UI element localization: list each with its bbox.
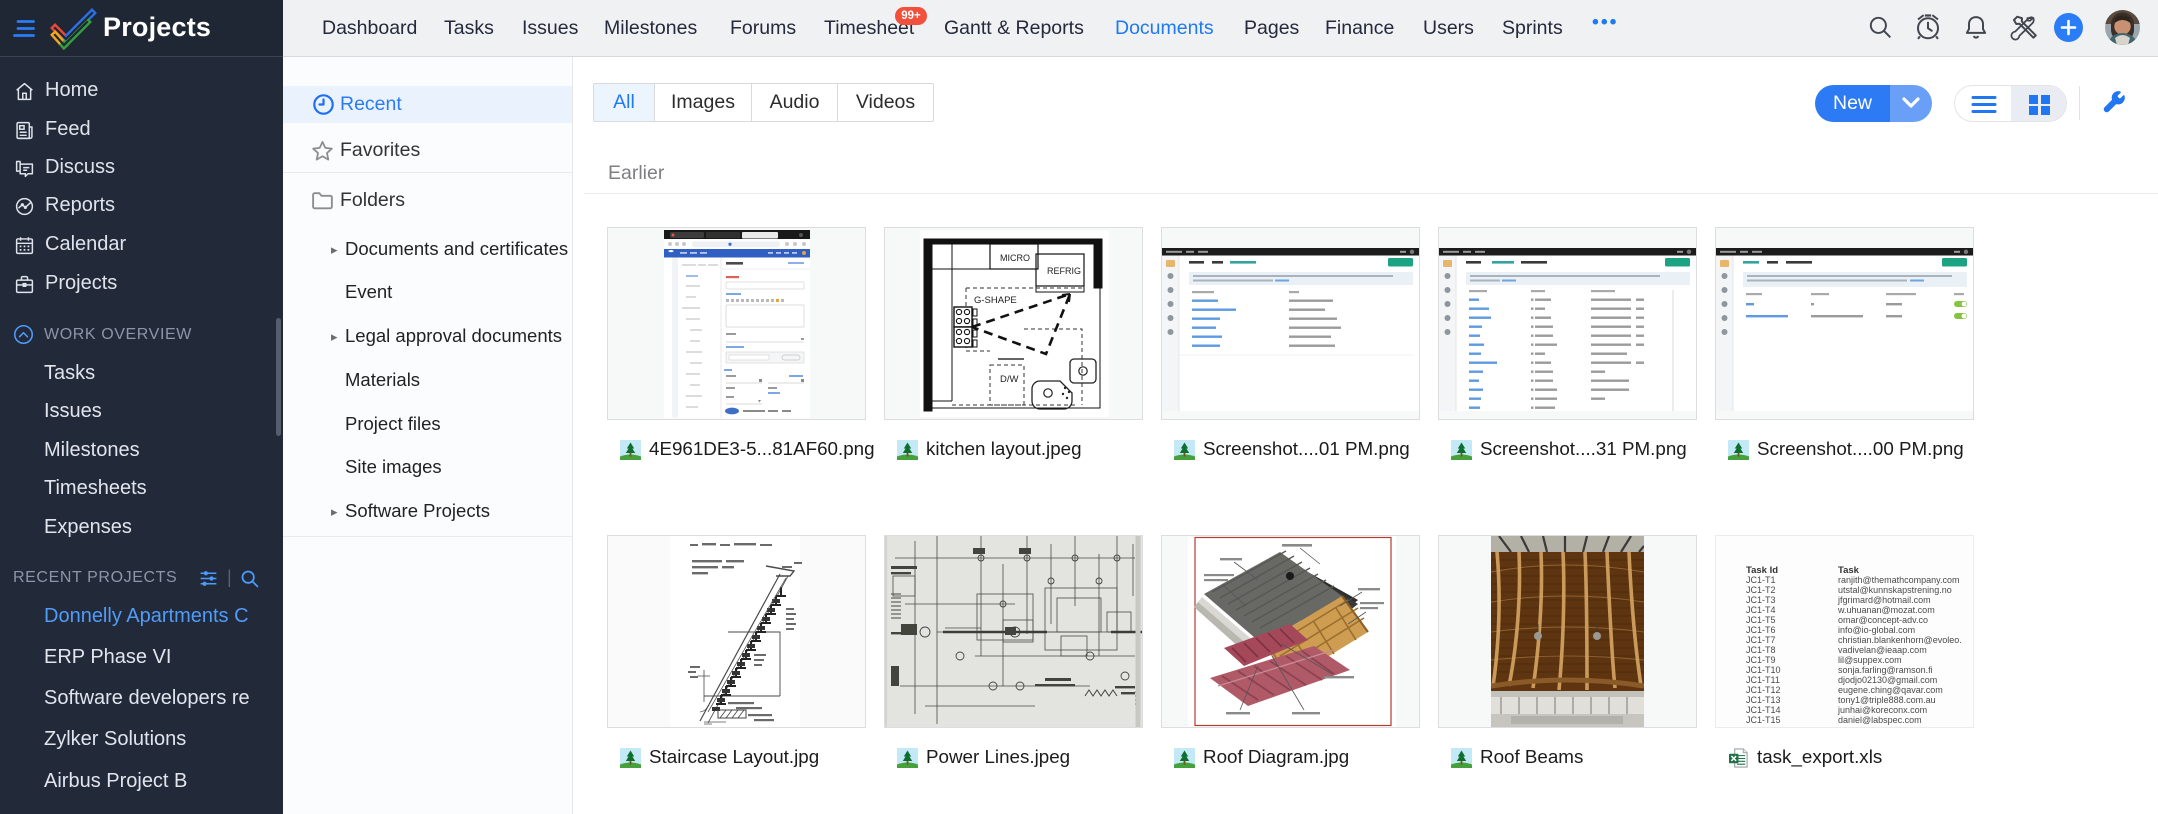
svg-text:JC1-T11: JC1-T11 xyxy=(1746,675,1780,685)
svg-text:JC1-T3: JC1-T3 xyxy=(1746,595,1776,605)
svg-text:JC1-T9: JC1-T9 xyxy=(1746,655,1776,665)
svg-text:djodjo02130@gmail.com: djodjo02130@gmail.com xyxy=(1838,675,1937,685)
svg-text:christian.blankenhorn@evoleo.: christian.blankenhorn@evoleo. xyxy=(1838,635,1962,645)
svg-text:REFRIG: REFRIG xyxy=(1047,266,1081,276)
svg-text:JC1-T12: JC1-T12 xyxy=(1746,685,1781,695)
svg-text:omar@concept-adv.co: omar@concept-adv.co xyxy=(1838,615,1928,625)
svg-text:utstal@kunnskapstrening.no: utstal@kunnskapstrening.no xyxy=(1838,585,1952,595)
svg-text:w.uhuanan@mozat.com: w.uhuanan@mozat.com xyxy=(1837,605,1935,615)
svg-text:JC1-T1: JC1-T1 xyxy=(1746,575,1776,585)
svg-text:JC1-T14: JC1-T14 xyxy=(1746,705,1781,715)
svg-text:D/W: D/W xyxy=(1000,374,1019,385)
svg-text:junhai@koreconx.com: junhai@koreconx.com xyxy=(1837,705,1927,715)
svg-text:JC1-T13: JC1-T13 xyxy=(1746,695,1781,705)
svg-text:MICRO: MICRO xyxy=(1000,253,1030,263)
svg-text:daniel@labspec.com: daniel@labspec.com xyxy=(1838,715,1922,725)
svg-text:JC1-T15: JC1-T15 xyxy=(1746,715,1781,725)
svg-text:sonja.farling@ramson.fi: sonja.farling@ramson.fi xyxy=(1838,665,1933,675)
svg-text:JC1-T8: JC1-T8 xyxy=(1746,645,1776,655)
svg-text:JC1-T10: JC1-T10 xyxy=(1746,665,1781,675)
svg-text:G-SHAPE: G-SHAPE xyxy=(974,295,1017,306)
svg-text:info@io-global.com: info@io-global.com xyxy=(1838,625,1915,635)
svg-text:JC1-T4: JC1-T4 xyxy=(1746,605,1776,615)
svg-text:eugene.ching@qavar.com: eugene.ching@qavar.com xyxy=(1838,685,1943,695)
svg-text:ranjith@themathcompany.com: ranjith@themathcompany.com xyxy=(1838,575,1960,585)
svg-text:JC1-T5: JC1-T5 xyxy=(1746,615,1776,625)
svg-text:JC1-T6: JC1-T6 xyxy=(1746,625,1776,635)
svg-text:JC1-T2: JC1-T2 xyxy=(1746,585,1776,595)
svg-text:vadivelan@ieaap.com: vadivelan@ieaap.com xyxy=(1838,645,1927,655)
svg-text:lil@suppex.com: lil@suppex.com xyxy=(1838,655,1902,665)
svg-text:JC1-T7: JC1-T7 xyxy=(1746,635,1776,645)
svg-text:jfgrimard@hotmail.com: jfgrimard@hotmail.com xyxy=(1837,595,1931,605)
svg-text:tony1@triple888.com.au: tony1@triple888.com.au xyxy=(1838,695,1936,705)
